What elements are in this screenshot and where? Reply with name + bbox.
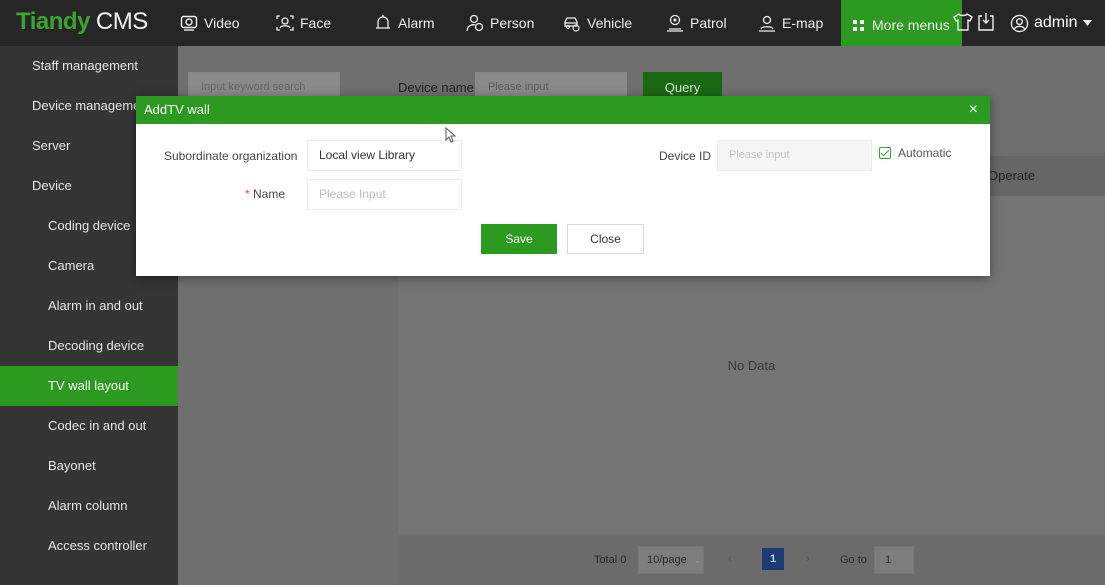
sidebar-item-label: Codec in and out xyxy=(48,418,147,433)
goto-page-input[interactable]: 1 xyxy=(874,546,914,574)
nav-emap[interactable]: E-map xyxy=(758,0,823,46)
nav-emap-label: E-map xyxy=(782,15,824,31)
logout-icon[interactable] xyxy=(976,12,996,32)
nav-face-label: Face xyxy=(300,15,332,31)
automatic-label: Automatic xyxy=(898,146,952,160)
device-id-input[interactable]: Please input xyxy=(717,140,872,171)
sidebar-item[interactable]: Alarm column xyxy=(0,486,178,526)
prev-page-icon[interactable]: ‹ xyxy=(728,553,732,565)
close-button[interactable]: Close xyxy=(567,224,644,254)
grid-icon xyxy=(853,19,864,31)
sidebar-item-label: Device management xyxy=(32,98,152,113)
org-label: Subordinate organization xyxy=(164,149,298,163)
shirt-icon[interactable] xyxy=(953,12,973,32)
video-camera-icon xyxy=(180,15,198,31)
sidebar-item-label: Camera xyxy=(48,258,95,273)
face-scan-icon xyxy=(276,15,294,31)
logo-brand: Tiandy xyxy=(16,8,90,35)
user-menu[interactable]: admin xyxy=(1010,0,1092,46)
nav-vehicle[interactable]: Vehicle xyxy=(563,0,632,46)
map-pin-icon xyxy=(759,15,775,32)
mouse-cursor-icon xyxy=(445,127,457,143)
sidebar-item-label: Decoding device xyxy=(48,338,145,353)
person-icon xyxy=(466,14,484,32)
sidebar-item[interactable]: Bayonet xyxy=(0,446,178,486)
org-select[interactable]: Local view Library xyxy=(307,140,462,171)
sidebar-item-label: Staff management xyxy=(32,58,138,73)
sidebar-item[interactable]: Access controller xyxy=(0,526,178,566)
automatic-checkbox[interactable]: Automatic xyxy=(879,146,951,160)
name-label: Name xyxy=(253,187,286,201)
nav-alarm-label: Alarm xyxy=(398,15,435,31)
sidebar-item[interactable]: Codec in and out xyxy=(0,406,178,446)
app-logo[interactable]: Tiandy CMS xyxy=(16,8,148,36)
nav-alarm[interactable]: Alarm xyxy=(374,0,435,46)
nav-patrol[interactable]: Patrol xyxy=(666,0,727,46)
caret-down-icon xyxy=(1082,20,1092,26)
chevron-down-icon: ⌄ xyxy=(693,555,702,565)
device-name-label: Device name xyxy=(398,80,474,95)
nav-patrol-label: Patrol xyxy=(690,15,727,31)
sidebar-item-label: Alarm in and out xyxy=(48,298,143,313)
nav-person[interactable]: Person xyxy=(466,0,534,46)
required-marker: * xyxy=(245,187,250,201)
nav-video-label: Video xyxy=(204,15,240,31)
device-id-label: Device ID xyxy=(659,149,712,163)
sidebar-item-label: Bayonet xyxy=(48,458,96,473)
name-label-wrap: * Name xyxy=(245,187,285,201)
sidebar-item-label: Alarm column xyxy=(48,498,128,513)
page-size-value: 10/page xyxy=(647,554,687,566)
nav-face[interactable]: Face xyxy=(276,0,331,46)
vehicle-icon xyxy=(564,17,580,32)
current-page-button[interactable]: 1 xyxy=(762,548,784,570)
name-input[interactable]: Please Input xyxy=(307,179,462,210)
checkbox-checked-icon xyxy=(879,147,891,159)
next-page-icon[interactable]: › xyxy=(806,553,810,565)
nav-vehicle-label: Vehicle xyxy=(587,15,633,31)
alarm-bell-icon xyxy=(376,15,390,29)
page-size-select[interactable]: 10/page ⌄ xyxy=(638,546,704,574)
sidebar-item[interactable]: Alarm in and out xyxy=(0,286,178,326)
sidebar-item[interactable]: Decoding device xyxy=(0,326,178,366)
sidebar-item-label: Device xyxy=(32,178,72,193)
save-button[interactable]: Save xyxy=(481,224,557,254)
close-icon[interactable]: × xyxy=(969,96,978,124)
empty-state-text: No Data xyxy=(727,358,776,373)
pagination: Total 0 10/page ⌄ ‹ 1 › Go to 1 xyxy=(398,536,1105,585)
top-navigation-bar: Tiandy CMS Video Face Alarm Person Vehicl… xyxy=(0,0,1105,50)
nav-video[interactable]: Video xyxy=(180,0,240,46)
sidebar-item-label: TV wall layout xyxy=(48,378,129,393)
sidebar-item-label: Server xyxy=(32,138,71,153)
logo-suffix: CMS xyxy=(95,8,148,35)
sidebar-item-label: Coding device xyxy=(48,218,131,233)
add-tv-wall-dialog: AddTV wall × Subordinate organization Lo… xyxy=(136,96,990,276)
sidebar-item-label: Access controller xyxy=(48,538,147,553)
dialog-header: AddTV wall × xyxy=(136,96,990,124)
column-operate: Operate xyxy=(988,168,1035,183)
app-window: Tiandy CMS Video Face Alarm Person Vehicl… xyxy=(0,0,1105,585)
sidebar-item[interactable]: Staff management xyxy=(0,46,178,86)
nav-person-label: Person xyxy=(490,15,535,31)
sidebar-item[interactable]: TV wall layout xyxy=(0,366,178,406)
goto-label: Go to xyxy=(840,554,867,566)
total-count: Total 0 xyxy=(594,554,627,566)
patrol-icon xyxy=(667,14,683,32)
user-avatar-icon xyxy=(1010,14,1029,32)
nav-more-menus[interactable]: More menus xyxy=(841,0,962,50)
dialog-title: AddTV wall xyxy=(144,102,210,117)
nav-more-menus-label: More menus xyxy=(872,17,950,33)
username: admin xyxy=(1034,14,1078,31)
